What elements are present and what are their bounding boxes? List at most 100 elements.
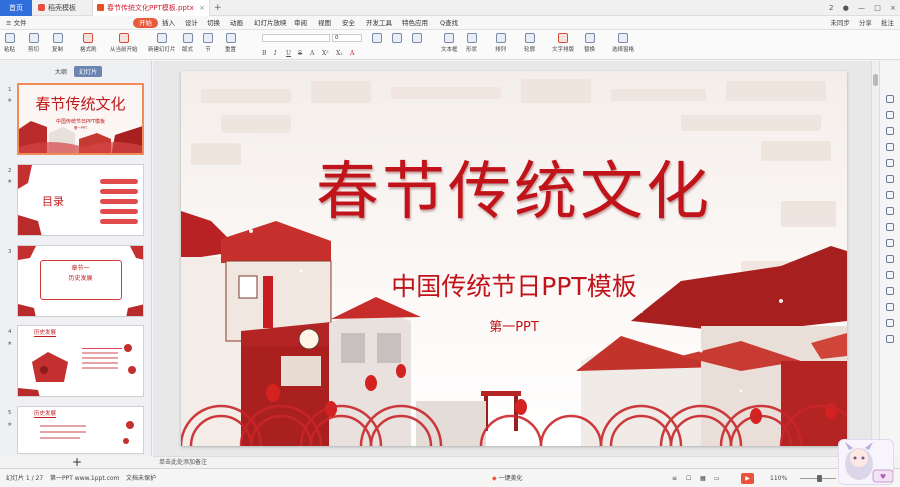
menu-file[interactable]: ≡ 文件 bbox=[6, 16, 27, 30]
font-color-button[interactable]: A bbox=[350, 50, 354, 57]
share-button[interactable]: 分享 bbox=[859, 19, 872, 27]
view-outline-button[interactable]: ☐ bbox=[686, 469, 691, 487]
chart-icon[interactable] bbox=[886, 191, 894, 199]
tab-document[interactable]: 春节传统文化PPT模板.pptx × bbox=[92, 0, 210, 16]
design-icon[interactable] bbox=[886, 111, 894, 119]
cut-button[interactable]: 剪切 bbox=[28, 32, 39, 53]
menu-review[interactable]: 审阅 bbox=[294, 16, 307, 30]
user-avatar-icon[interactable]: ● bbox=[843, 4, 849, 12]
font-family-select[interactable] bbox=[262, 34, 330, 42]
strikethrough-button[interactable]: S bbox=[298, 50, 302, 57]
slide-thumbnail-4[interactable]: 历史发展 bbox=[17, 325, 144, 397]
zoom-level[interactable]: 110% bbox=[770, 469, 787, 487]
slide-thumbnail-5[interactable]: 历史发展 bbox=[17, 406, 144, 454]
menu-developer[interactable]: 开发工具 bbox=[366, 16, 392, 30]
more-icon[interactable] bbox=[886, 335, 894, 343]
zoom-slider-knob[interactable] bbox=[817, 475, 822, 482]
format-painter-button[interactable]: 格式刷 bbox=[80, 32, 97, 53]
play-from-current-button[interactable]: 从当前开始 bbox=[110, 32, 138, 53]
section-button[interactable]: 节 bbox=[203, 32, 213, 53]
arrange-button[interactable]: 排列 bbox=[495, 32, 506, 53]
notes-area[interactable]: 单击此处添加备注 bbox=[153, 456, 871, 468]
vertical-scrollbar[interactable] bbox=[871, 61, 879, 456]
format-icon[interactable] bbox=[886, 207, 894, 215]
menu-view[interactable]: 视图 bbox=[318, 16, 331, 30]
sync-status-button[interactable]: 未同步 bbox=[830, 19, 850, 27]
object-property-icon[interactable] bbox=[886, 95, 894, 103]
slide-subtitle-2[interactable]: 第一PPT bbox=[181, 316, 847, 335]
backup-icon[interactable] bbox=[886, 239, 894, 247]
replace-button[interactable]: 替换 bbox=[584, 32, 595, 53]
maximize-button[interactable]: □ bbox=[874, 4, 881, 12]
char-spacing-button[interactable]: A bbox=[310, 50, 314, 57]
subscript-button[interactable]: X₂ bbox=[336, 50, 343, 57]
new-tab-button[interactable]: + bbox=[214, 0, 224, 16]
menu-animation[interactable]: 动画 bbox=[230, 16, 243, 30]
tab-template[interactable]: 稻壳模板 bbox=[33, 0, 91, 16]
italic-button[interactable]: I bbox=[274, 50, 276, 57]
align-panel-icon[interactable] bbox=[886, 223, 894, 231]
layout-button[interactable]: 版式 bbox=[182, 32, 193, 53]
animation-icon[interactable] bbox=[886, 127, 894, 135]
one-click-beautify-button[interactable]: ◆ 一键美化 bbox=[492, 469, 523, 487]
slide-counter: 幻灯片 1 / 27 bbox=[6, 475, 44, 482]
view-reading-button[interactable]: ▭ bbox=[714, 469, 720, 487]
layout-icon[interactable] bbox=[886, 175, 894, 183]
view-normal-button[interactable]: ≡ bbox=[672, 469, 677, 487]
window-controls: 2 ● — □ × bbox=[822, 0, 896, 16]
doc-protection-status[interactable]: 文档未保护 bbox=[126, 469, 156, 487]
history-icon[interactable] bbox=[886, 271, 894, 279]
bold-button[interactable]: B bbox=[262, 50, 266, 57]
add-slide-button[interactable]: + bbox=[72, 455, 82, 469]
menu-special[interactable]: 特色应用 bbox=[402, 16, 428, 30]
superscript-button[interactable]: X² bbox=[322, 50, 329, 57]
paste-button[interactable]: 粘贴 bbox=[4, 32, 15, 53]
share-icon[interactable] bbox=[886, 303, 894, 311]
tab-outline[interactable]: 大纲 bbox=[50, 66, 72, 77]
table-icon[interactable] bbox=[886, 159, 894, 167]
comment-button[interactable]: 批注 bbox=[881, 19, 894, 27]
slide-canvas: 春节传统文化 中国传统节日PPT模板 第一PPT bbox=[153, 61, 871, 456]
view-sorter-button[interactable]: ▦ bbox=[700, 469, 706, 487]
slide-thumbnail-3[interactable]: 章节一 历史发展 bbox=[17, 245, 144, 317]
menu-start[interactable]: 开始 bbox=[133, 18, 158, 28]
underline-button[interactable]: U bbox=[286, 50, 291, 57]
shape-button[interactable]: 形状 bbox=[466, 32, 477, 53]
selection-pane-button[interactable]: 选择窗格 bbox=[612, 32, 634, 53]
menu-transition[interactable]: 切换 bbox=[207, 16, 220, 30]
menu-security[interactable]: 安全 bbox=[342, 16, 355, 30]
text-layout-button[interactable]: 文字排版 bbox=[552, 32, 574, 53]
close-tab-icon[interactable]: × bbox=[199, 0, 205, 16]
assistant-mascot[interactable]: ♥ bbox=[838, 439, 894, 485]
new-slide-button[interactable]: 新建幻灯片 bbox=[148, 32, 176, 53]
menu-insert[interactable]: 插入 bbox=[162, 16, 175, 30]
slide-subtitle[interactable]: 中国传统节日PPT模板 bbox=[181, 267, 847, 303]
columns-button[interactable] bbox=[412, 32, 422, 45]
slideshow-play-button[interactable]: ▶ bbox=[741, 473, 754, 484]
slide-title[interactable]: 春节传统文化 bbox=[181, 141, 847, 232]
menu-slideshow[interactable]: 幻灯片放映 bbox=[254, 16, 287, 30]
settings-icon[interactable] bbox=[886, 287, 894, 295]
paragraph-align-group[interactable] bbox=[372, 32, 382, 45]
line-spacing-button[interactable] bbox=[392, 32, 402, 45]
outline-button[interactable]: 轮廓 bbox=[524, 32, 535, 53]
tab-slides[interactable]: 幻灯片 bbox=[74, 66, 103, 77]
font-size-select[interactable]: 0 bbox=[332, 34, 362, 42]
textbox-button[interactable]: 文本框 bbox=[441, 32, 458, 53]
slide-1-editor[interactable]: 春节传统文化 中国传统节日PPT模板 第一PPT bbox=[181, 71, 847, 446]
toc-item bbox=[100, 179, 138, 184]
help-icon[interactable] bbox=[886, 319, 894, 327]
menu-search[interactable]: Q查找 bbox=[440, 16, 458, 30]
close-window-button[interactable]: × bbox=[890, 4, 896, 12]
slide-thumbnail-1[interactable]: 春节传统文化 中国传统节日PPT模板 第一PPT bbox=[17, 83, 144, 155]
thumbnail-title: 历史发展 bbox=[34, 330, 57, 337]
music-icon[interactable] bbox=[886, 255, 894, 263]
reset-button[interactable]: 重置 bbox=[225, 32, 236, 53]
copy-button[interactable]: 复制 bbox=[52, 32, 63, 53]
menu-design[interactable]: 设计 bbox=[185, 16, 198, 30]
tab-home[interactable]: 首页 bbox=[0, 0, 32, 16]
scrollbar-thumb[interactable] bbox=[873, 74, 878, 86]
slide-thumbnail-2[interactable]: 目录 bbox=[17, 164, 144, 236]
shape-style-icon[interactable] bbox=[886, 143, 894, 151]
minimize-button[interactable]: — bbox=[858, 4, 865, 12]
